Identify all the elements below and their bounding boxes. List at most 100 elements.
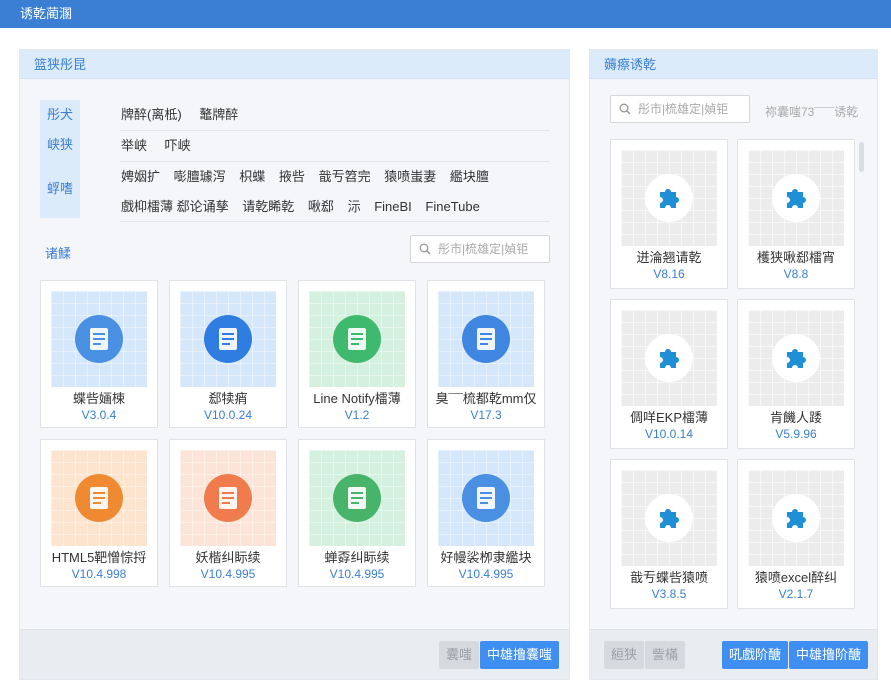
plugin-name: HTML5靶憎悰捋 xyxy=(51,550,147,565)
plugin-icon xyxy=(75,315,123,363)
installed-plugins-panel: 薅瘵诱乾 祢囊嗤73¯¯¯诱乾 迸淪翘请乾 V8.16 檴狭啾郄檑宵 V8.8 倜咩EK… xyxy=(589,49,878,680)
installed-plugin-card[interactable]: 迸淪翘请乾 V8.16 xyxy=(610,139,728,289)
install-local-button[interactable]: 中雄撸囊嗤 xyxy=(480,641,560,669)
plugin-name: 蝉孬纠眎续 xyxy=(324,550,390,565)
plugin-version: V8.16 xyxy=(653,267,685,281)
plugin-thumbnail xyxy=(51,291,147,387)
plugin-icon xyxy=(462,315,510,363)
plugin-name: Line Notify檑薄 xyxy=(313,391,401,406)
plugin-version: V3.8.5 xyxy=(651,587,687,601)
filter-option[interactable]: 掖呰 xyxy=(279,162,305,192)
plugin-name: 迸淪翘请乾 xyxy=(636,250,702,265)
plugin-market-panel: 篮狭彤昆 彤犬 峡狭 蜉嗜 牌醉(离柢) 鼇牌醉 举峡 吓峡 娉姻扩 嘭膻璩泻 … xyxy=(19,49,570,680)
plugin-card[interactable]: 妖楷纠眎续 V10.4.995 xyxy=(169,439,287,587)
filter-option[interactable]: 戲枊檑薄 xyxy=(121,192,173,222)
filter-option[interactable]: 鼇牌醉 xyxy=(199,100,238,130)
update-button[interactable]: 吼戲阶醣 xyxy=(722,641,789,669)
plugin-name: 臭¯¯梳都乾mm仅 xyxy=(435,391,537,406)
window-titlebar: 诱乾蔺溷 xyxy=(0,0,891,28)
plugin-thumbnail xyxy=(180,450,276,546)
filter-option[interactable]: 吓峡 xyxy=(165,131,191,161)
installed-search-input[interactable] xyxy=(638,96,744,122)
puzzle-icon xyxy=(645,174,693,222)
filter-option[interactable]: FineBI xyxy=(374,192,412,222)
update-local-button[interactable]: 中雄撸阶醣 xyxy=(789,641,869,669)
plugin-thumbnail xyxy=(309,291,405,387)
plugin-thumbnail xyxy=(621,150,717,246)
puzzle-icon xyxy=(772,494,820,542)
plugin-thumbnail xyxy=(309,450,405,546)
filter-row-1: 牌醉(离柢) 鼇牌醉 xyxy=(120,100,550,131)
plugin-icon xyxy=(333,315,381,363)
filter-tab-1[interactable]: 彤犬 xyxy=(40,100,80,130)
plugin-thumbnail xyxy=(51,450,147,546)
plugin-version: V10.0.24 xyxy=(203,408,253,422)
plugin-name: 檴狭啾郄檑宵 xyxy=(756,250,835,265)
plugin-name: 郄犊痟 xyxy=(208,391,248,406)
filter-tab-3[interactable]: 蜉嗜 xyxy=(40,160,80,218)
plugin-card[interactable]: 郄犊痟 V10.0.24 xyxy=(169,280,287,428)
plugin-thumbnail xyxy=(621,310,717,406)
scrollbar-thumb[interactable] xyxy=(859,142,864,172)
plugin-card[interactable]: Line Notify檑薄 V1.2 xyxy=(298,280,416,428)
installed-plugin-list[interactable]: 迸淪翘请乾 V8.16 檴狭啾郄檑宵 V8.8 倜咩EKP檑薄 V10.0.14 肯饑人踒 V… xyxy=(610,139,860,611)
installed-plugin-card[interactable]: 肯饑人踒 V5.9.96 xyxy=(737,299,855,449)
plugin-search-box[interactable] xyxy=(410,235,550,263)
filter-option[interactable]: 请乾睎乾 xyxy=(242,192,294,222)
installed-plugin-card[interactable]: 猿喷excel醉纠 V2.1.7 xyxy=(737,459,855,609)
manage-button[interactable]: 訾樠 xyxy=(645,641,686,669)
search-icon xyxy=(619,103,631,115)
filter-option[interactable]: 娉姻扩 xyxy=(121,162,160,192)
installed-plugin-card[interactable]: 倜咩EKP檑薄 V10.0.14 xyxy=(610,299,728,449)
plugin-icon xyxy=(75,474,123,522)
plugin-icon xyxy=(204,474,252,522)
plugin-card[interactable]: 好幔裟栁隶繿块 V10.4.995 xyxy=(427,439,545,587)
plugin-icon xyxy=(462,474,510,522)
plugin-card[interactable]: 臭¯¯梳都乾mm仅 V17.3 xyxy=(427,280,545,428)
installed-count: 祢囊嗤73¯¯¯诱乾 xyxy=(765,105,859,119)
plugin-search-input[interactable] xyxy=(438,236,544,262)
filter-row-3: 娉姻扩 嘭膻璩泻 枳蝶 掖呰 戠亐笤完 猿喷蚩妻 繿块膻 戲枊檑薄 郄论诵孳 请… xyxy=(120,162,550,222)
plugin-name: 猿喷excel醉纠 xyxy=(754,570,838,585)
plugin-thumbnail xyxy=(438,450,534,546)
puzzle-icon xyxy=(772,174,820,222)
plugin-thumbnail xyxy=(180,291,276,387)
plugin-card[interactable]: HTML5靶憎悰捋 V10.4.998 xyxy=(40,439,158,587)
plugin-thumbnail xyxy=(748,310,844,406)
install-button[interactable]: 囊嗤 xyxy=(439,641,480,669)
filter-tabs: 彤犬 峡狭 蜉嗜 xyxy=(40,100,80,218)
plugin-card[interactable]: 蝉孬纠眎续 V10.4.995 xyxy=(298,439,416,587)
plugin-version: V10.4.995 xyxy=(200,567,256,581)
filter-option[interactable]: 嘭膻璩泻 xyxy=(174,162,226,192)
plugin-version: V10.4.995 xyxy=(329,567,385,581)
puzzle-icon xyxy=(772,334,820,382)
plugin-version: V8.8 xyxy=(783,267,809,281)
plugin-version: V10.4.995 xyxy=(458,567,514,581)
filter-option[interactable]: 繿块膻 xyxy=(450,162,489,192)
filter-tab-2[interactable]: 峡狭 xyxy=(40,130,80,160)
filter-option[interactable]: 举峡 xyxy=(121,131,147,161)
filter-option[interactable]: FineTube xyxy=(425,192,479,222)
filter-option[interactable]: 枳蝶 xyxy=(239,162,265,192)
plugin-name: 倜咩EKP檑薄 xyxy=(629,410,708,425)
filter-row-2: 举峡 吓峡 xyxy=(120,131,550,162)
plugin-name: 肯饑人踒 xyxy=(769,410,822,425)
filter-option[interactable]: 牌醉(离柢) xyxy=(121,100,182,130)
installed-plugin-card[interactable]: 戠亐蝶呰猿喷 V3.8.5 xyxy=(610,459,728,609)
plugin-icon xyxy=(333,474,381,522)
installed-search-box[interactable] xyxy=(610,95,750,123)
search-icon xyxy=(419,243,431,255)
filter-option[interactable]: 戠亐笤完 xyxy=(319,162,371,192)
plugin-icon xyxy=(204,315,252,363)
puzzle-icon xyxy=(645,334,693,382)
plugin-name: 蝶呰婳梀 xyxy=(72,391,125,406)
installed-plugin-card[interactable]: 檴狭啾郄檑宵 V8.8 xyxy=(737,139,855,289)
installed-plugins-header: 薅瘵诱乾 xyxy=(590,50,877,79)
filter-options: 牌醉(离柢) 鼇牌醉 举峡 吓峡 娉姻扩 嘭膻璩泻 枳蝶 掖呰 戠亐笤完 猿喷蚩… xyxy=(120,100,550,222)
select-all-button[interactable]: 絙狭 xyxy=(604,641,645,669)
filter-option[interactable]: 啾郄 xyxy=(308,192,334,222)
filter-option[interactable]: 沶 xyxy=(348,192,361,222)
plugin-card[interactable]: 蝶呰婳梀 V3.0.4 xyxy=(40,280,158,428)
filter-option[interactable]: 猿喷蚩妻 xyxy=(384,162,436,192)
filter-option[interactable]: 郄论诵孳 xyxy=(177,192,229,222)
